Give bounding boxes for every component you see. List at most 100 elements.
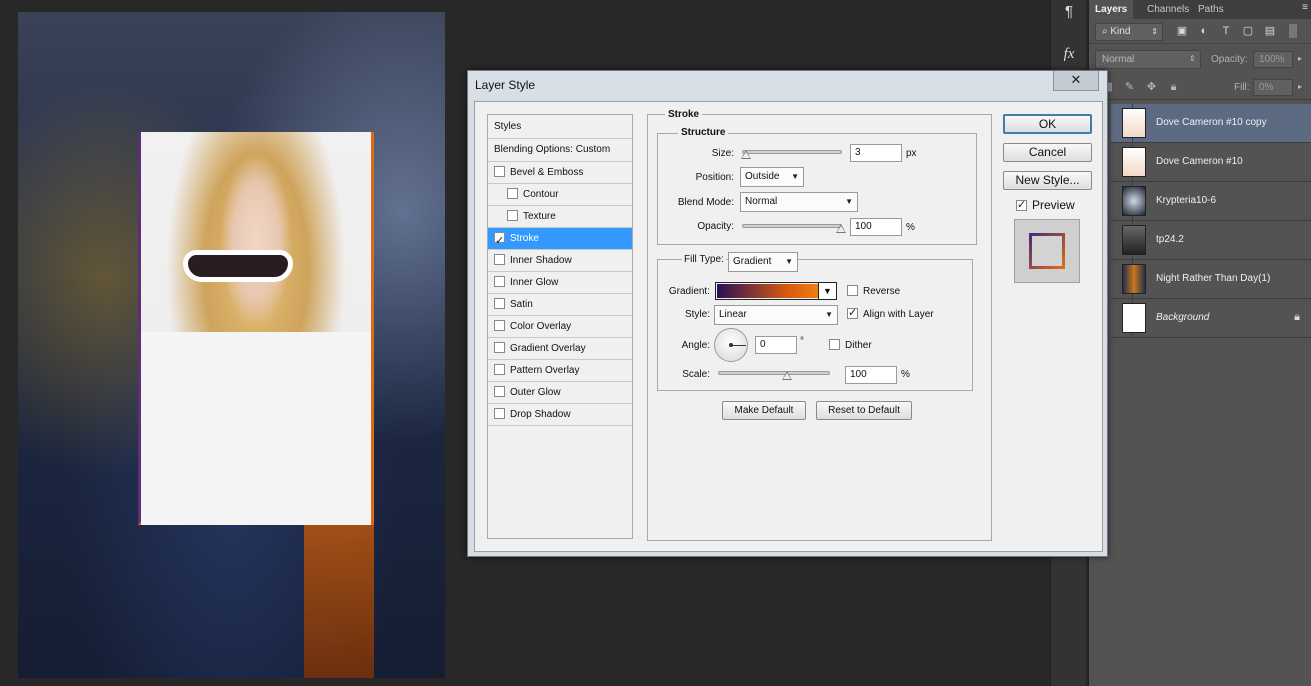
reset-to-default-button[interactable]: Reset to Default: [816, 401, 912, 420]
layer-blend-mode-select[interactable]: Normal: [1095, 50, 1201, 69]
scale-unit: %: [901, 369, 910, 380]
position-select[interactable]: Outside ▼: [740, 167, 804, 187]
layer-row[interactable]: Background 🔒︎: [1111, 299, 1311, 338]
styles-header[interactable]: Styles: [488, 115, 632, 139]
opacity-slider-thumb[interactable]: [836, 224, 846, 233]
style-item-texture[interactable]: Texture: [488, 206, 632, 228]
chevron-right-icon[interactable]: ▸: [1298, 54, 1302, 63]
tab-layers[interactable]: Layers: [1089, 0, 1134, 19]
layer-row[interactable]: Night Rather Than Day(1): [1111, 260, 1311, 299]
layer-name: Dove Cameron #10: [1156, 156, 1243, 167]
checkbox[interactable]: [494, 298, 505, 309]
scale-field[interactable]: 100: [845, 366, 897, 384]
align-with-layer-checkbox[interactable]: Align with Layer: [847, 306, 934, 320]
checkbox[interactable]: [494, 408, 505, 419]
close-button[interactable]: ✕: [1053, 71, 1099, 91]
checkbox[interactable]: [494, 276, 505, 287]
tab-paths[interactable]: Paths: [1192, 0, 1230, 19]
checkbox[interactable]: [847, 306, 858, 319]
style-item-label: Satin: [510, 299, 533, 310]
smart-object-filter-icon[interactable]: ▤: [1263, 24, 1277, 38]
blend-mode-value: Normal: [745, 196, 778, 207]
layer-row[interactable]: Krypteria10-6: [1111, 182, 1311, 221]
kind-filter-select[interactable]: ⌕ Kind ⇕: [1095, 23, 1163, 41]
style-item-inner-glow[interactable]: Inner Glow: [488, 272, 632, 294]
style-item-label: Bevel & Emboss: [510, 167, 584, 178]
ok-button[interactable]: OK: [1003, 114, 1092, 134]
size-slider-thumb[interactable]: [741, 150, 751, 159]
checkbox[interactable]: [829, 339, 840, 350]
checkbox[interactable]: [494, 386, 505, 397]
size-slider[interactable]: [741, 150, 842, 159]
new-style-button[interactable]: New Style...: [1003, 171, 1092, 190]
fx-icon[interactable]: fx: [1057, 42, 1081, 66]
lock-image-icon[interactable]: ✎: [1123, 81, 1136, 94]
checkbox[interactable]: [494, 320, 505, 331]
gradient-style-select[interactable]: Linear ▼: [714, 305, 838, 325]
chevron-right-icon[interactable]: ▸: [1298, 82, 1302, 91]
style-item-drop-shadow[interactable]: Drop Shadow: [488, 404, 632, 426]
lock-fill-row: k: ▦ ✎ ✥ 🔒︎ Fill: 0% ▸: [1089, 76, 1311, 100]
style-item-stroke[interactable]: Stroke: [488, 228, 632, 252]
checkbox[interactable]: [507, 188, 518, 199]
adjustment-filter-icon[interactable]: ◐: [1197, 24, 1211, 38]
checkbox[interactable]: [494, 364, 505, 375]
style-item-gradient-overlay[interactable]: Gradient Overlay: [488, 338, 632, 360]
style-item-color-overlay[interactable]: Color Overlay: [488, 316, 632, 338]
style-item-pattern-overlay[interactable]: Pattern Overlay: [488, 360, 632, 382]
checkbox[interactable]: [507, 210, 518, 221]
checkbox[interactable]: [847, 285, 858, 296]
angle-field[interactable]: 0: [755, 336, 797, 354]
reverse-label: Reverse: [863, 286, 901, 297]
filter-toggle-icon[interactable]: [1289, 24, 1297, 38]
style-item-bevel-emboss[interactable]: Bevel & Emboss: [488, 162, 632, 184]
fill-type-select[interactable]: Gradient ▼: [728, 252, 798, 272]
angle-dial[interactable]: [714, 328, 748, 362]
opacity-field[interactable]: 100: [850, 218, 902, 236]
angle-unit: °: [800, 336, 804, 347]
style-item-satin[interactable]: Satin: [488, 294, 632, 316]
checkbox[interactable]: [494, 254, 505, 265]
preview-checkbox[interactable]: Preview: [1016, 198, 1075, 212]
checkbox[interactable]: [494, 166, 505, 177]
cancel-button[interactable]: Cancel: [1003, 143, 1092, 162]
size-field[interactable]: 3: [850, 144, 902, 162]
dither-checkbox[interactable]: Dither: [829, 339, 872, 351]
style-item-contour[interactable]: Contour: [488, 184, 632, 206]
layer-row[interactable]: Dove Cameron #10: [1111, 143, 1311, 182]
layer-opacity-field[interactable]: 100%: [1253, 51, 1293, 68]
paragraph-icon[interactable]: ¶: [1057, 0, 1081, 24]
checkbox[interactable]: [1016, 198, 1027, 211]
layer-row[interactable]: tp24.2: [1111, 221, 1311, 260]
pixel-filter-icon[interactable]: ▣: [1175, 24, 1189, 38]
style-item-outer-glow[interactable]: Outer Glow: [488, 382, 632, 404]
lock-position-icon[interactable]: ✥: [1145, 81, 1158, 94]
gradient-swatch[interactable]: [717, 284, 818, 298]
gradient-picker[interactable]: ▼: [715, 282, 837, 300]
layer-fill-field[interactable]: 0%: [1253, 79, 1293, 96]
scale-slider[interactable]: [718, 371, 830, 380]
dialog-titlebar[interactable]: Layer Style ✕: [468, 71, 1107, 99]
tab-channels[interactable]: Channels: [1141, 0, 1195, 19]
scale-slider-thumb[interactable]: [782, 371, 792, 380]
opacity-slider[interactable]: [742, 224, 846, 233]
document-canvas[interactable]: [18, 12, 445, 678]
style-item-inner-shadow[interactable]: Inner Shadow: [488, 250, 632, 272]
shape-filter-icon[interactable]: ▢: [1241, 24, 1255, 38]
style-label: Style:: [684, 309, 710, 320]
layer-name: Krypteria10-6: [1156, 195, 1217, 206]
panel-menu-icon[interactable]: ≡: [1302, 2, 1308, 13]
layer-name: Night Rather Than Day(1): [1156, 273, 1271, 284]
blend-mode-select[interactable]: Normal ▼: [740, 192, 858, 212]
position-label: Position:: [695, 172, 734, 183]
chevron-down-icon[interactable]: ▼: [818, 283, 836, 299]
checkbox[interactable]: [494, 342, 505, 353]
blending-options-item[interactable]: Blending Options: Custom: [488, 139, 632, 162]
reverse-checkbox[interactable]: Reverse: [847, 285, 900, 297]
checkbox[interactable]: [494, 230, 505, 252]
layer-row[interactable]: Dove Cameron #10 copy: [1111, 104, 1311, 143]
type-filter-icon[interactable]: T: [1219, 24, 1233, 38]
lock-all-icon[interactable]: 🔒︎: [1167, 81, 1180, 94]
make-default-button[interactable]: Make Default: [722, 401, 806, 420]
layer-thumbnail: [1122, 108, 1146, 138]
